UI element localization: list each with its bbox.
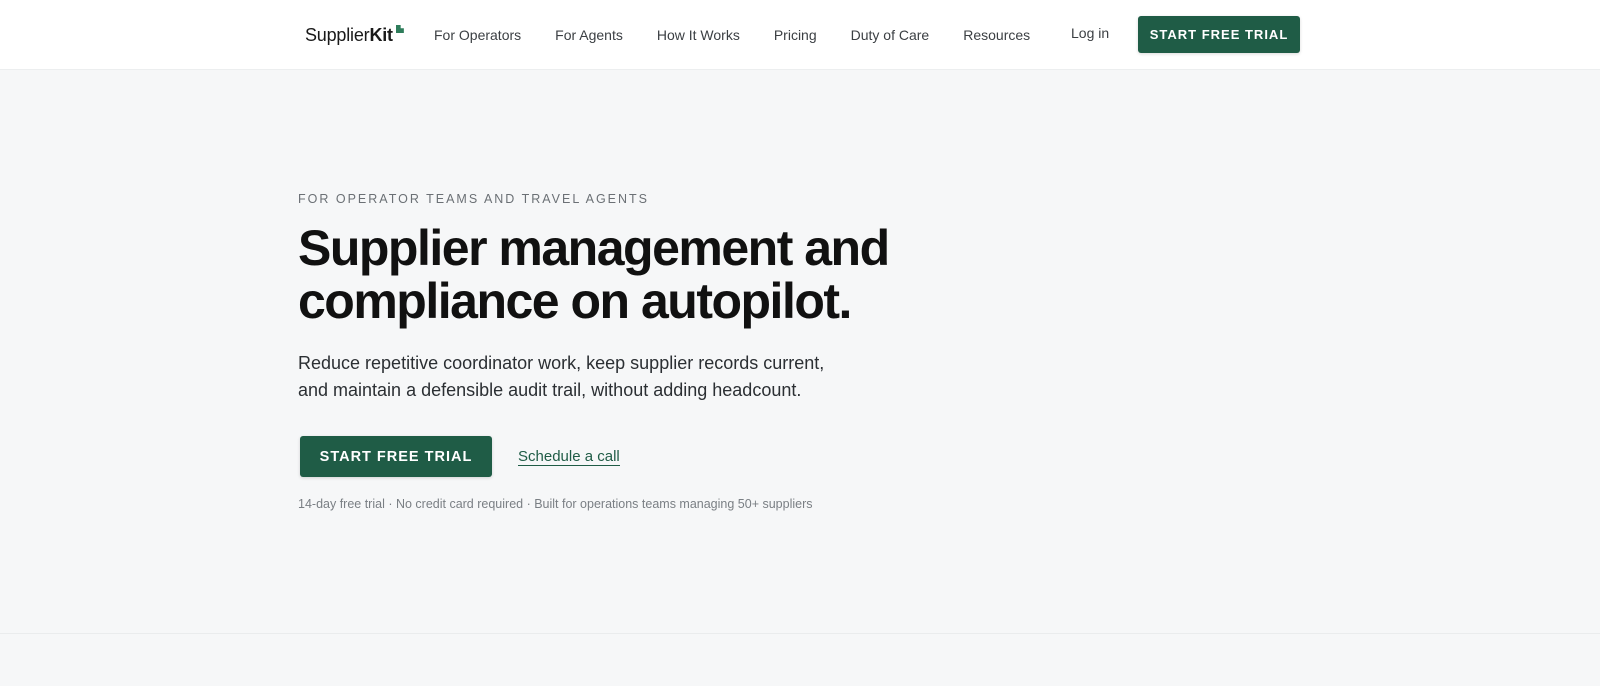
logo-mark-icon (395, 25, 404, 33)
logo[interactable]: SupplierKit (305, 22, 404, 48)
site-header: SupplierKit For Operators For Agents How… (0, 0, 1600, 70)
login-link[interactable]: Log in (1071, 25, 1109, 41)
nav-duty-of-care[interactable]: Duty of Care (851, 27, 930, 43)
main-nav: For Operators For Agents How It Works Pr… (434, 0, 1064, 70)
nav-how-it-works[interactable]: How It Works (657, 27, 740, 43)
logo-text: SupplierKit (305, 25, 393, 45)
schedule-call-link[interactable]: Schedule a call (518, 448, 620, 466)
section-divider (0, 633, 1600, 634)
hero-subtext: Reduce repetitive coordinator work, keep… (298, 353, 825, 400)
header-start-trial-button[interactable]: START FREE TRIAL (1138, 16, 1300, 53)
hero-eyebrow: FOR OPERATOR TEAMS AND TRAVEL AGENTS (298, 192, 649, 206)
nav-for-operators[interactable]: For Operators (434, 27, 521, 43)
hero-fineprint: 14-day free trial · No credit card requi… (298, 497, 813, 511)
nav-resources[interactable]: Resources (963, 27, 1030, 43)
hero-headline: Supplier management and compliance on au… (298, 220, 890, 329)
hero-start-trial-button[interactable]: START FREE TRIAL (300, 436, 492, 477)
nav-for-agents[interactable]: For Agents (555, 27, 623, 43)
nav-pricing[interactable]: Pricing (774, 27, 817, 43)
